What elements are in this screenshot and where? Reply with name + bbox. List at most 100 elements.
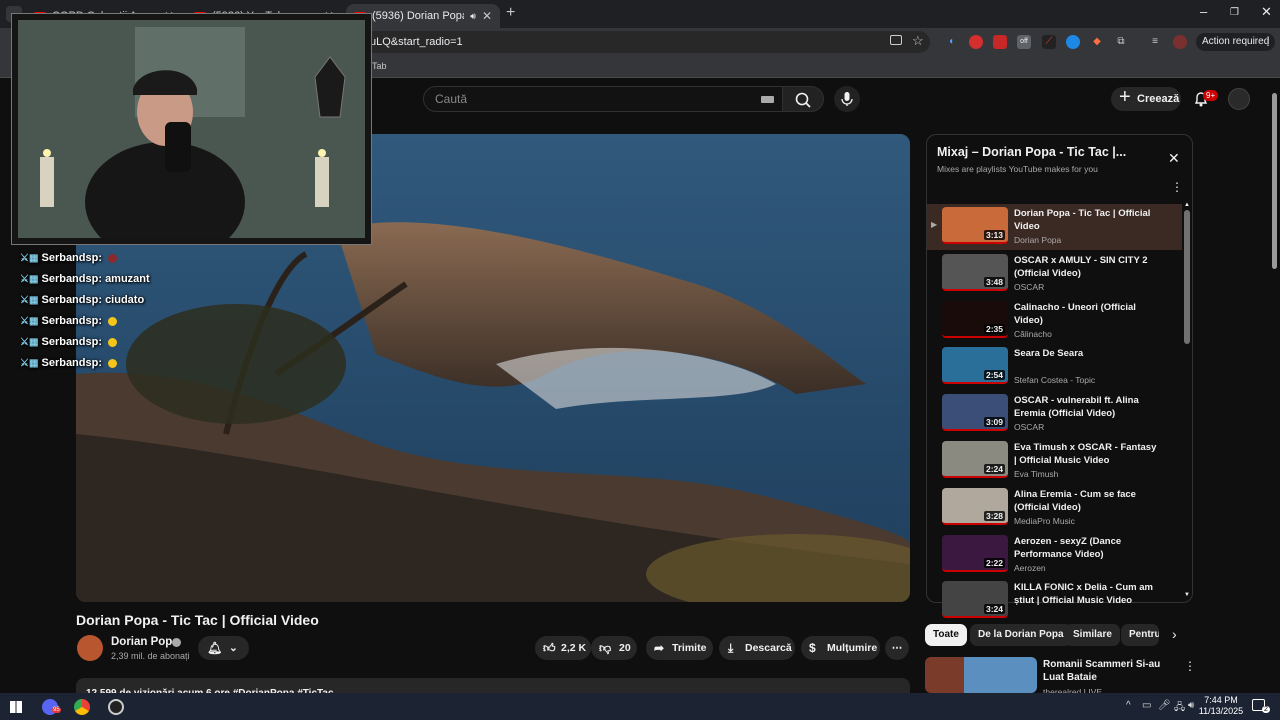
playlist-item[interactable]: ▶ 3:13 Dorian Popa - Tic Tac | Official Vi… <box>927 204 1182 250</box>
chat-message: ⚔▦ Serbandsp: <box>20 357 118 369</box>
sword-badge-icon: ⚔▦ <box>20 358 39 369</box>
address-bar[interactable]: uLQ&start_radio=1 <box>300 31 930 53</box>
playlist-item[interactable]: 2:24 Eva Timush x OSCAR - Fantasy | Offic… <box>927 438 1182 484</box>
chip-related[interactable]: Similare <box>1065 624 1120 646</box>
minimize-button[interactable]: – <box>1200 4 1207 19</box>
close-icon[interactable]: ✕ <box>482 9 492 23</box>
windows-start-icon[interactable] <box>10 701 22 713</box>
taskbar-clock[interactable]: 7:44 PM 11/13/2025 <box>1196 695 1246 717</box>
playlist-item-artist: Dorian Popa <box>1014 235 1062 245</box>
extension-icon-7[interactable]: ◆ <box>1090 35 1104 49</box>
thanks-button[interactable]: $ Mulțumire <box>801 636 880 660</box>
playlist-item[interactable]: 3:28 Alina Eremia - Cum se face (Official… <box>927 485 1182 531</box>
account-avatar[interactable] <box>1228 88 1250 110</box>
search-input[interactable]: Caută <box>423 86 783 112</box>
puzzle-icon[interactable]: ⧉ <box>1114 35 1128 49</box>
page-scrollbar[interactable] <box>1272 93 1277 269</box>
playlist-item-title: OSCAR x AMULY - SIN CITY 2 (Official Vid… <box>1014 254 1148 279</box>
webcam-gothic-frame <box>11 13 372 245</box>
media-control-icon[interactable]: ≡ <box>1148 35 1162 49</box>
keyboard-icon[interactable] <box>761 96 774 103</box>
playlist-item-artist: Călinacho <box>1014 328 1052 339</box>
network-icon[interactable]: 🖧︎ <box>1174 700 1185 717</box>
channel-name[interactable]: Dorian Popa <box>111 636 179 648</box>
search-button[interactable] <box>782 86 824 112</box>
verified-icon <box>172 638 181 647</box>
playlist-item-title: Alina Eremia - Cum se face (Official Vid… <box>1014 488 1136 513</box>
share-button[interactable]: ➦ Trimite <box>646 636 713 660</box>
voice-search-button[interactable] <box>834 86 860 112</box>
scroll-down-icon[interactable]: ▼ <box>1184 592 1190 598</box>
chrome-icon[interactable] <box>74 699 90 715</box>
restore-button[interactable]: ❐ <box>1230 7 1239 18</box>
playlist-menu-icon[interactable]: ⋮ <box>1171 180 1183 194</box>
chip-all[interactable]: Toate <box>925 624 967 646</box>
playlist-item[interactable]: 2:35 Calinacho - Uneori (Official Video) C… <box>927 298 1182 344</box>
playlist-scrollbar[interactable] <box>1184 210 1190 344</box>
extension-icon-5[interactable]: ⟋ <box>1042 35 1056 49</box>
scroll-up-icon[interactable]: ▲ <box>1184 202 1190 208</box>
download-button[interactable]: ⤓ Descarcă <box>719 636 795 660</box>
tray-chevron-icon[interactable]: ^ <box>1126 700 1131 711</box>
playlist-item[interactable]: 2:22 Aerozen - sexyZ (Dance Performance V… <box>927 532 1182 578</box>
obs-icon[interactable] <box>108 699 124 715</box>
duration-badge: 3:48 <box>983 276 1005 287</box>
speaker-icon[interactable]: 🔊︎ <box>470 11 476 22</box>
cast-icon[interactable] <box>890 35 902 45</box>
extension-icon-4[interactable]: off <box>1017 35 1031 49</box>
new-tab-button[interactable]: + <box>506 4 515 22</box>
bookmark-item[interactable]: Tab <box>372 61 387 71</box>
subscribe-bell-button[interactable]: 🔔︎ ⌄ <box>198 636 249 660</box>
battery-icon[interactable]: ▭ <box>1142 700 1151 711</box>
more-actions-button[interactable]: ⋯ <box>885 636 909 660</box>
mic-tray-icon[interactable]: 🎤︎ <box>1158 700 1171 711</box>
emoji-icon <box>108 358 118 368</box>
dislike-button[interactable]: 👎︎ 20 <box>591 636 637 660</box>
duration-badge: 2:24 <box>983 464 1005 474</box>
chat-text: amuzant <box>105 273 150 285</box>
playlist-thumbnail: 3:28 <box>942 487 1008 525</box>
playlist-item[interactable]: 3:24 KILLA FONIC x Delia - Cum am știut |… <box>927 578 1182 624</box>
chat-username: Serbandsp: <box>41 336 102 348</box>
volume-icon[interactable]: 🔊︎ <box>1188 700 1194 711</box>
chat-username: Serbandsp: <box>41 294 102 306</box>
duration-badge: 3:13 <box>983 230 1005 240</box>
playlist-item[interactable]: 3:09 OSCAR - vulnerabil ft. Alina Eremia … <box>927 391 1182 437</box>
create-button[interactable]: Creează <box>1111 85 1181 111</box>
extension-icon-2[interactable] <box>969 35 983 49</box>
close-window-button[interactable]: ✕ <box>1261 4 1272 20</box>
duration-badge: 2:54 <box>983 370 1005 381</box>
chat-username: Serbandsp: <box>41 315 102 327</box>
channel-avatar[interactable] <box>77 635 103 661</box>
extension-icon-1[interactable]: ◖ <box>944 35 958 49</box>
thanks-icon: $ <box>809 641 816 655</box>
playlist-item[interactable]: 2:54 Seara De Seara Stefan Costea - Topic <box>927 344 1182 390</box>
menu-dots-icon[interactable]: ⋮ <box>1262 34 1274 48</box>
chevron-right-icon[interactable]: › <box>1172 626 1177 642</box>
chat-message: ⚔▦ Serbandsp: amuzant <box>20 273 150 285</box>
star-icon[interactable]: ☆ <box>912 33 924 49</box>
playlist-item[interactable]: 3:48 OSCAR x AMULY - SIN CITY 2 (Official… <box>927 251 1182 297</box>
chevron-down-icon: ⌄ <box>229 642 238 654</box>
recommendation-title[interactable]: Romanii Scammeri Si-au Luat Bataie <box>1043 658 1178 684</box>
close-icon[interactable]: ✕ <box>1168 150 1180 167</box>
chat-username: Serbandsp: <box>41 252 102 264</box>
playlist-item-title: Seara De Seara <box>1014 348 1084 360</box>
playlist-item-title: KILLA FONIC x Delia - Cum am știut | Off… <box>1014 582 1153 607</box>
bell-icon: 🔔︎ <box>207 641 223 655</box>
like-button[interactable]: 👍︎ 2,2 K <box>535 636 591 660</box>
extension-icon-6[interactable] <box>1066 35 1080 49</box>
profile-avatar[interactable] <box>1173 35 1187 49</box>
recommendation-thumbnail[interactable] <box>925 657 1037 693</box>
playlist-item-title: Eva Timush x OSCAR - Fantasy | Official … <box>1014 442 1157 466</box>
chat-username: Serbandsp: <box>41 273 102 285</box>
playlist-subtitle: Mixes are playlists YouTube makes for yo… <box>937 164 1098 174</box>
emoji-icon <box>108 316 118 326</box>
chip-for-you[interactable]: Pentru <box>1121 624 1159 646</box>
mic-icon <box>841 92 853 106</box>
extension-icon-3[interactable] <box>993 35 1007 49</box>
playlist-item-title: Calinacho - Uneori (Official Video) <box>1014 301 1136 326</box>
recommendation-menu-icon[interactable]: ⋮ <box>1184 659 1196 673</box>
playlist-item-artist: OSCAR <box>1014 422 1045 433</box>
chip-from-channel[interactable]: De la Dorian Popa <box>970 624 1072 646</box>
